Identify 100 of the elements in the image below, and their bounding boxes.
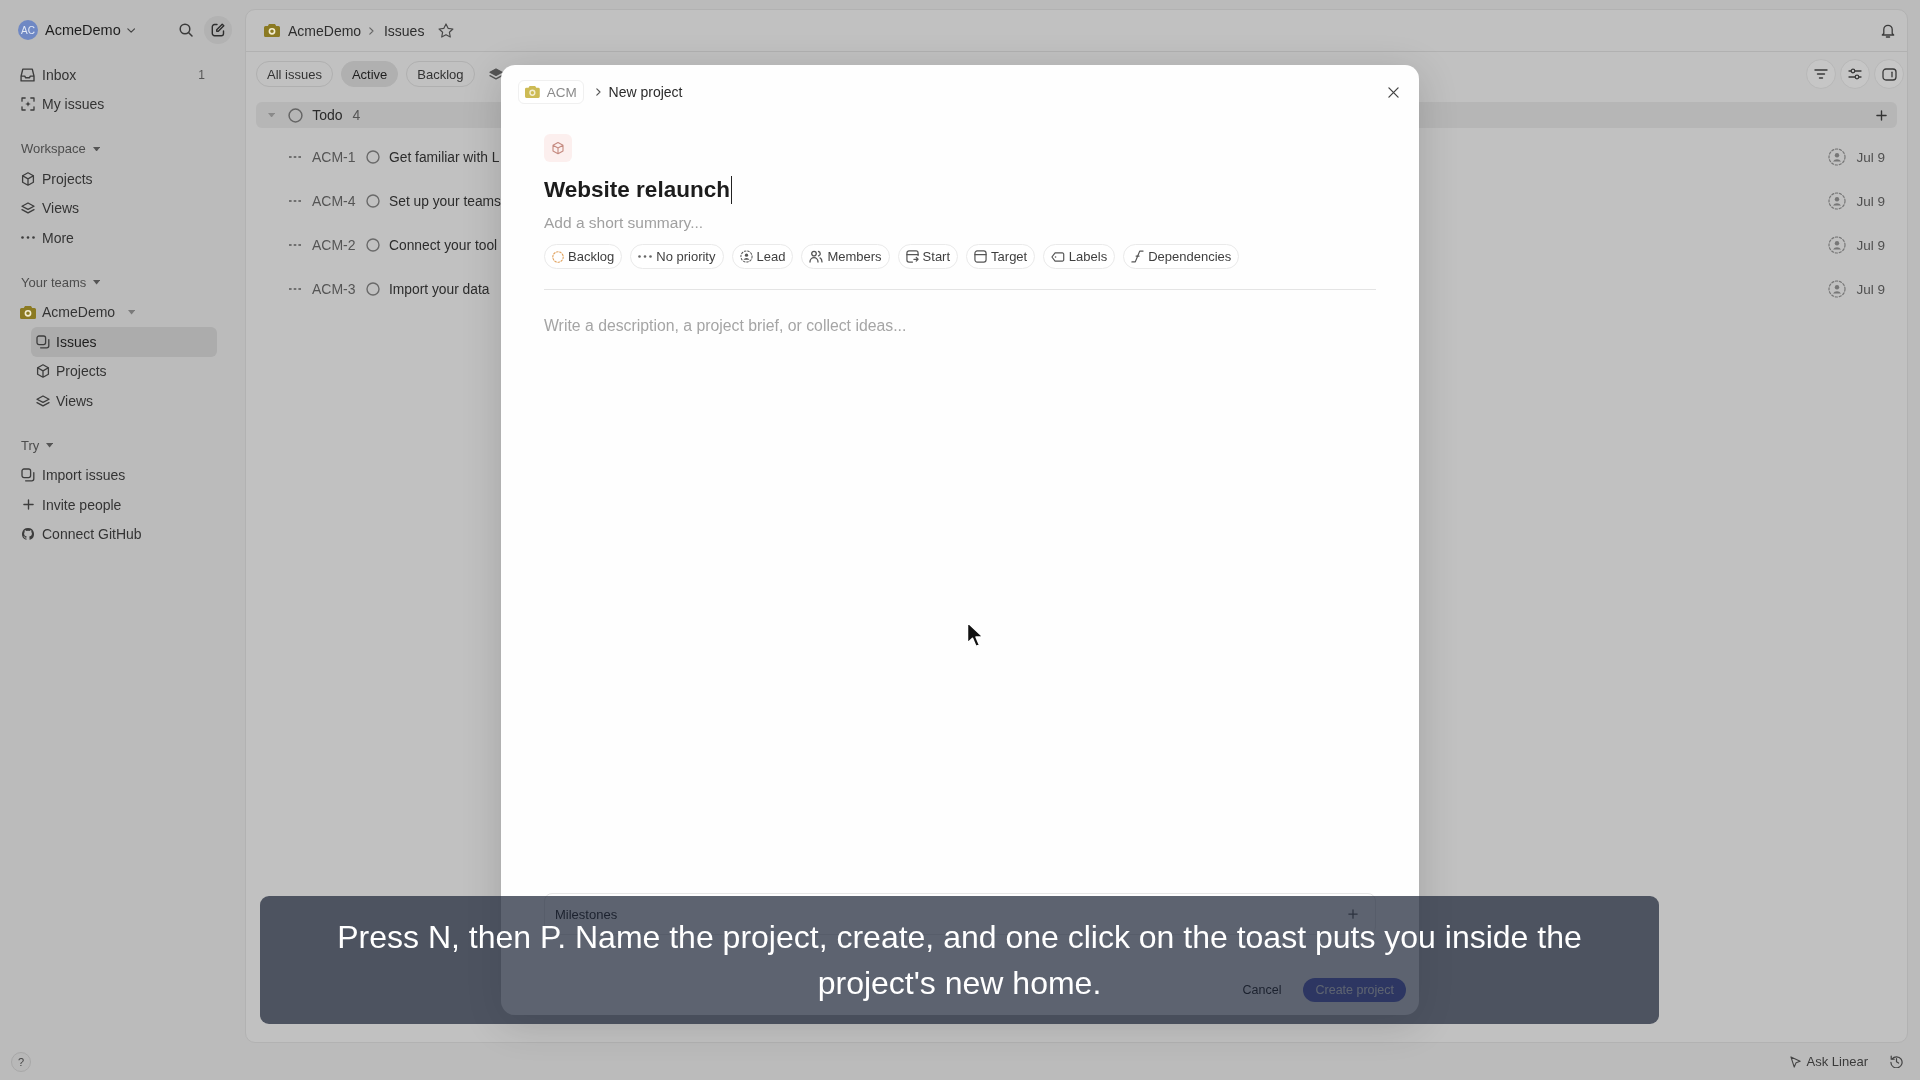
sidebar-item[interactable]: Import issues [14,460,217,490]
person-icon [739,250,753,263]
issue-title: Connect your tool [389,237,498,253]
team-chip[interactable]: ACM [518,80,584,104]
sidebar-item[interactable]: Issues [31,327,217,357]
issue-date: Jul 9 [1856,193,1885,209]
issue-id: ACM-2 [312,237,357,253]
caret-icon[interactable] [128,310,136,315]
filter-icon [1814,69,1828,79]
dashes-icon[interactable] [289,288,301,290]
person-icon[interactable] [1828,236,1847,254]
issue-id: ACM-1 [312,149,357,165]
property-chip[interactable]: No priority [630,244,724,269]
sidebar-item[interactable]: More [14,223,217,253]
person-icon[interactable] [1828,148,1847,166]
group-title: Todo [312,107,343,123]
cat-logo-icon [21,527,35,542]
property-chip[interactable]: Dependencies [1123,244,1240,269]
sidebar-item[interactable]: Projects [14,164,217,194]
team-item[interactable]: AcmeDemo [14,297,217,327]
dashes-icon[interactable] [289,156,301,158]
people-icon [809,250,824,263]
section-header[interactable]: Your teams [21,267,101,298]
stacked-squares-icon [21,468,35,483]
tag-icon [1051,251,1065,262]
chevron-down-icon [126,27,136,33]
circle-icon [288,107,304,123]
camera-icon [20,305,36,319]
close-icon[interactable] [1388,86,1399,98]
history-icon[interactable] [1890,1055,1903,1068]
caret-icon[interactable] [268,112,276,118]
project-name-field[interactable]: Website relaunch [544,174,732,206]
cube-icon [36,364,50,379]
section-header[interactable]: Try [21,430,54,461]
sidebar-item[interactable]: Projects [31,356,217,386]
camera-icon [525,86,540,98]
issue-date: Jul 9 [1856,237,1885,253]
sidebar-item[interactable]: Invite people [14,490,217,520]
help-button[interactable]: ? [11,1051,31,1072]
sidebar-item[interactable]: Views [31,386,217,416]
calendar-arrow-icon [905,250,919,263]
dashes-icon[interactable] [289,244,301,246]
circle-icon[interactable] [366,238,380,252]
workspace-avatar: AC [18,20,38,40]
section-header[interactable]: Workspace [21,133,100,164]
workspace-menu[interactable]: AcmeDemo [45,22,136,38]
sidebar-item[interactable]: My issues [14,89,217,119]
compose-icon [211,23,225,37]
dots-icon [638,255,653,258]
plus-icon [22,499,34,511]
layers-icon[interactable] [488,68,503,80]
property-chip[interactable]: Start [897,244,959,269]
dashed-square-icon [21,97,35,112]
search-icon[interactable] [179,23,193,37]
sidebar-item[interactable]: Views [14,193,217,223]
sidebar-item[interactable]: Connect GitHub [14,519,217,549]
sidebar-panel-icon [1881,67,1897,81]
property-chip[interactable]: Members [801,244,890,269]
breadcrumb-current: Issues [383,22,425,39]
plus-icon[interactable] [1876,109,1887,121]
dashed-circle-icon [552,250,564,263]
circle-icon[interactable] [366,150,380,164]
issue-title: Import your data [389,281,490,297]
circle-icon[interactable] [366,194,380,208]
property-chip[interactable]: Backlog [544,244,623,269]
breadcrumb-link[interactable]: AcmeDemo [288,22,362,39]
steps-icon [1131,250,1145,263]
bell-icon[interactable] [1881,23,1895,38]
camera-icon [264,24,280,37]
issue-date: Jul 9 [1856,149,1885,165]
stacked-squares-icon [36,334,50,349]
cube-icon[interactable] [544,134,572,162]
sidebar-item[interactable]: Inbox 1 [14,60,217,90]
cube-icon [21,171,35,186]
issue-date: Jul 9 [1856,281,1885,297]
inbox-icon [20,67,36,82]
property-chip[interactable]: Labels [1043,244,1116,269]
display-options-button[interactable] [1840,59,1870,89]
issue-id: ACM-3 [312,281,357,297]
sliders-icon [1848,68,1862,80]
unread-count: 1 [198,67,205,82]
arrow-icon [1789,1055,1801,1068]
calendar-icon [974,250,988,263]
person-icon[interactable] [1828,280,1847,298]
filter-button[interactable] [1806,59,1836,89]
property-chip[interactable]: Target [966,244,1036,269]
property-chip[interactable]: Lead [731,244,794,269]
issue-title: Set up your teams [389,193,501,209]
panel-toggle-button[interactable] [1874,59,1904,89]
layers-icon [36,394,50,407]
compose-button[interactable] [204,16,232,44]
group-count: 4 [352,107,361,123]
person-icon[interactable] [1828,192,1847,210]
dashes-icon[interactable] [289,200,301,202]
circle-icon[interactable] [366,282,380,296]
ask-button[interactable]: Ask Linear [1789,1054,1868,1069]
star-icon[interactable] [438,23,455,38]
issue-id: ACM-4 [312,193,357,209]
view-tab[interactable]: Active [340,61,399,87]
dialog-title: New project [608,84,683,100]
